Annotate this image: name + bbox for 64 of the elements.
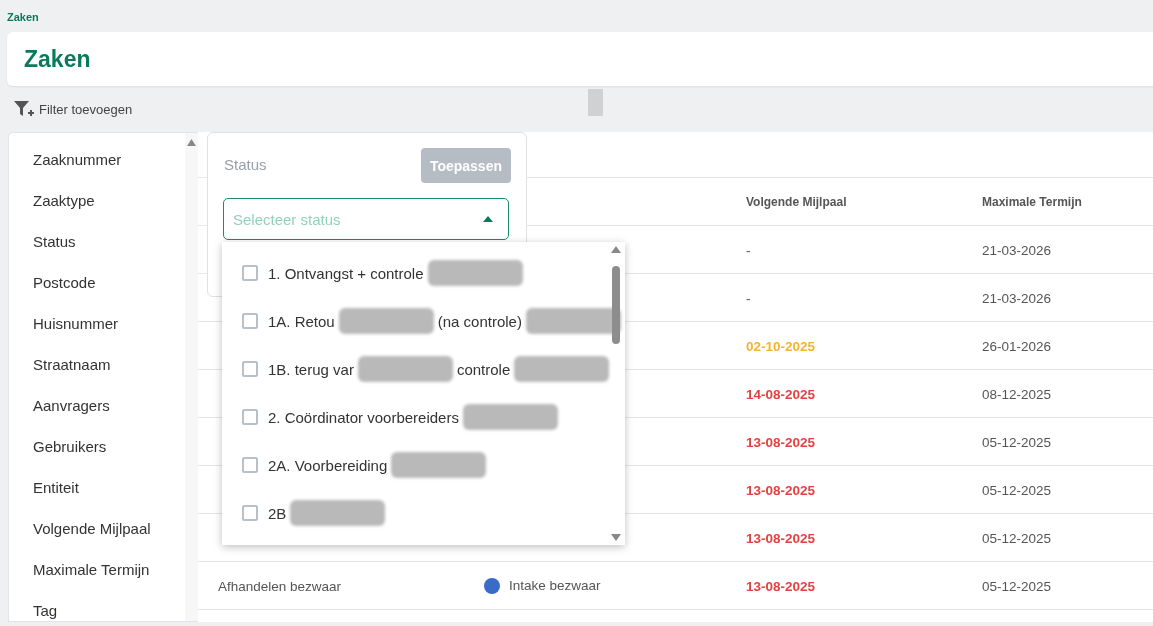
deadline-date: 21-03-2026 xyxy=(982,242,1052,258)
checkbox[interactable] xyxy=(242,313,258,329)
column-option[interactable]: Zaaknummer xyxy=(9,139,184,180)
column-option[interactable]: Straatnaam xyxy=(9,344,184,385)
checkbox[interactable] xyxy=(242,265,258,281)
column-option[interactable]: Maximale Termijn xyxy=(9,549,184,590)
column-option[interactable]: Postcode xyxy=(9,262,184,303)
option-text: 1. Ontvangst + controle xyxy=(268,264,424,282)
column-option[interactable]: Tag xyxy=(9,590,184,621)
dropdown-option[interactable]: 1A. Retou (na controle) xyxy=(222,297,625,345)
checkbox[interactable] xyxy=(242,505,258,521)
option-text: controle xyxy=(456,360,511,378)
column-option[interactable]: Aanvragers xyxy=(9,385,184,426)
dropdown-option[interactable]: 2. Coördinator voorbereiders xyxy=(222,393,625,441)
column-option[interactable]: Entiteit xyxy=(9,467,184,508)
scroll-down-icon[interactable] xyxy=(611,534,621,541)
column-option[interactable]: Volgende Mijlpaal xyxy=(9,508,184,549)
dropdown-option[interactable]: 2B xyxy=(222,489,625,537)
column-option[interactable]: Status xyxy=(9,221,184,262)
milestone-date: 13-08-2025 xyxy=(746,434,816,450)
deadline-date: 08-12-2025 xyxy=(982,386,1052,402)
scroll-up-icon[interactable] xyxy=(187,139,196,146)
filter-add-button[interactable]: Filter toevoegen xyxy=(13,99,133,119)
milestone-date: 13-08-2025 xyxy=(746,482,816,498)
dropdown-option[interactable]: 1. Ontvangst + controle xyxy=(222,249,625,297)
breadcrumb-link[interactable]: Zaken xyxy=(0,0,1153,32)
column-header: Maximale Termijn xyxy=(981,194,1083,209)
option-text: 1A. Retou xyxy=(268,312,335,330)
status-label: Intake bezwaar xyxy=(509,578,601,593)
deadline-date: 26-01-2026 xyxy=(982,338,1052,354)
milestone-date: 14-08-2025 xyxy=(746,386,816,402)
deadline-date: 05-12-2025 xyxy=(982,578,1052,594)
checkbox[interactable] xyxy=(242,457,258,473)
milestone-date: - xyxy=(746,290,751,306)
column-header: Volgende Mijlpaal xyxy=(745,194,848,209)
option-text: 2. Coördinator voorbereiders xyxy=(268,408,459,426)
table-cell: Afhandelen bezwaar xyxy=(218,578,342,594)
dropdown-option[interactable]: 1B. terug var controle xyxy=(222,345,625,393)
caret-icon xyxy=(483,216,493,222)
option-text: (na controle) xyxy=(437,312,522,330)
page-title: Zaken xyxy=(24,45,91,73)
option-text: 1B. terug var xyxy=(268,360,354,378)
filter-add-icon xyxy=(13,99,35,119)
scroll-up-icon[interactable] xyxy=(611,246,621,253)
milestone-date: 13-08-2025 xyxy=(746,578,816,594)
deadline-date: 21-03-2026 xyxy=(982,290,1052,306)
dropdown-option[interactable]: 2A. Voorbereiding xyxy=(222,441,625,489)
column-option[interactable]: Gebruikers xyxy=(9,426,184,467)
checkbox[interactable] xyxy=(242,409,258,425)
status-select[interactable]: Selecteer status xyxy=(223,198,509,240)
deadline-date: 05-12-2025 xyxy=(982,530,1052,546)
deadline-date: 05-12-2025 xyxy=(982,482,1052,498)
deadline-date: 05-12-2025 xyxy=(982,434,1052,450)
option-text: 2A. Voorbereiding xyxy=(268,456,388,474)
milestone-date: 02-10-2025 xyxy=(746,338,816,354)
checkbox[interactable] xyxy=(242,361,258,377)
milestone-date: - xyxy=(746,242,751,258)
scroll-handle[interactable] xyxy=(588,89,603,116)
option-text: 2B xyxy=(268,504,287,522)
scrollbar-thumb[interactable] xyxy=(612,266,620,344)
column-option[interactable]: Huisnummer xyxy=(9,303,184,344)
milestone-date: 13-08-2025 xyxy=(746,530,816,546)
column-option[interactable]: Zaaktype xyxy=(9,180,184,221)
filter-label: Status xyxy=(224,156,267,173)
